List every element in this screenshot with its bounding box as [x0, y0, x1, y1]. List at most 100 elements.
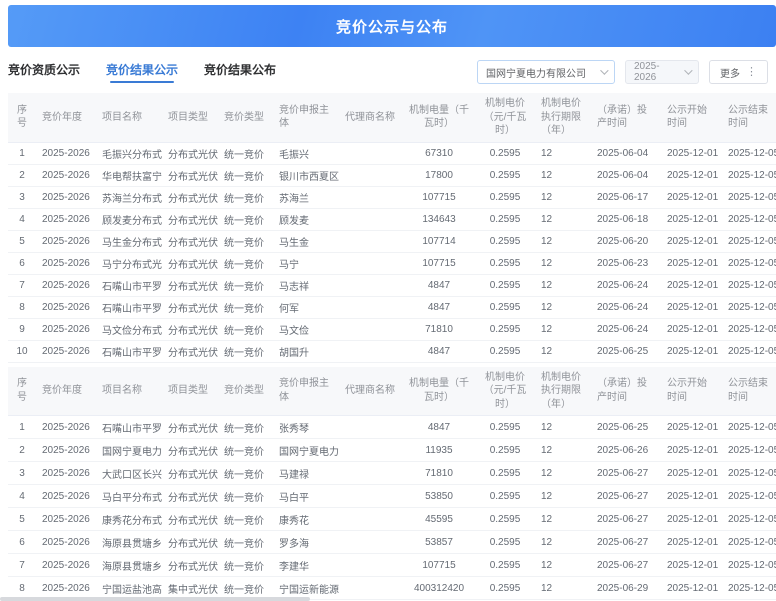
more-button[interactable]: 更多 ⋮: [709, 60, 768, 84]
table-cell: [339, 531, 403, 554]
table-row: 62025-2026马宁分布式光...分布式光伏统一竞价马宁1077150.25…: [8, 252, 776, 274]
tab-bidding-result-announcement[interactable]: 竞价结果公布: [204, 61, 276, 83]
table-cell: 2025-12-01: [661, 142, 722, 164]
table-cell: 2025-2026: [36, 142, 96, 164]
table-row: 42025-2026马白平分布式...分布式光伏统一竞价马白平538500.25…: [8, 485, 776, 508]
table-cell: [339, 340, 403, 362]
table-cell: 分布式光伏: [162, 439, 218, 462]
table-cell: 2025-12-05: [722, 485, 776, 508]
table-cell: 国网宁夏电力...: [96, 439, 162, 462]
table-cell: 统一竞价: [218, 462, 273, 485]
table-cell: 分布式光伏: [162, 296, 218, 318]
company-select[interactable]: 国网宁夏电力有限公司: [477, 60, 615, 84]
table-cell: 11935: [403, 439, 475, 462]
table-cell: 马文俭: [273, 318, 339, 340]
table-cell: 2: [8, 164, 36, 186]
table-cell: [339, 439, 403, 462]
chevron-down-icon: [684, 66, 692, 74]
table-cell: 9: [8, 318, 36, 340]
table-cell: 毛振兴: [273, 142, 339, 164]
table-cell: 分布式光伏: [162, 142, 218, 164]
table-row: 32025-2026苏海兰分布式...分布式光伏统一竞价苏海兰1077150.2…: [8, 186, 776, 208]
table-cell: 统一竞价: [218, 186, 273, 208]
table-row: 32025-2026大武口区长兴...分布式光伏统一竞价马建禄718100.25…: [8, 462, 776, 485]
table-cell: 107715: [403, 554, 475, 577]
table-cell: 苏海兰分布式...: [96, 186, 162, 208]
table-cell: 12: [535, 462, 591, 485]
table-cell: 2025-12-05: [722, 274, 776, 296]
bidding-result-table-2: 序号竞价年度项目名称项目类型竞价类型竞价申报主体代理商名称机制电量（千瓦时）机制…: [8, 367, 776, 601]
table-cell: 分布式光伏: [162, 340, 218, 362]
table-cell: 2025-12-05: [722, 142, 776, 164]
bidding-result-table-1: 序号竞价年度项目名称项目类型竞价类型竞价申报主体代理商名称机制电量（千瓦时）机制…: [8, 93, 776, 363]
table-cell: 2025-12-01: [661, 296, 722, 318]
table-cell: 1: [8, 416, 36, 439]
table-row: 52025-2026马生金分布式...分布式光伏统一竞价马生金1077140.2…: [8, 230, 776, 252]
column-header: 机制电量（千瓦时）: [403, 93, 475, 142]
table-cell: 分布式光伏: [162, 208, 218, 230]
column-header: 竞价年度: [36, 93, 96, 142]
table-cell: 2025-06-20: [591, 230, 661, 252]
table-cell: 分布式光伏: [162, 274, 218, 296]
column-header: 序号: [8, 367, 36, 416]
table-cell: 分布式光伏: [162, 508, 218, 531]
year-select[interactable]: 2025-2026: [625, 60, 699, 84]
table-cell: 统一竞价: [218, 416, 273, 439]
table-cell: 2025-12-01: [661, 274, 722, 296]
table-cell: 134643: [403, 208, 475, 230]
column-header: 机制电价执行期限（年）: [535, 367, 591, 416]
horizontal-scrollbar-thumb[interactable]: [0, 597, 310, 601]
table-cell: [339, 485, 403, 508]
table-cell: 6: [8, 252, 36, 274]
table-cell: 马文俭分布式...: [96, 318, 162, 340]
table-cell: 2025-12-01: [661, 531, 722, 554]
table-cell: 12: [535, 230, 591, 252]
table-row: 22025-2026华电帮扶富宁...分布式光伏统一竞价银川市西夏区...178…: [8, 164, 776, 186]
table-cell: [339, 164, 403, 186]
table-cell: 0.2595: [475, 462, 535, 485]
table-cell: 马白平分布式...: [96, 485, 162, 508]
table-cell: 统一竞价: [218, 508, 273, 531]
table-cell: 李建华: [273, 554, 339, 577]
table-cell: [339, 508, 403, 531]
table-cell: 华电帮扶富宁...: [96, 164, 162, 186]
table-cell: 2025-2026: [36, 164, 96, 186]
column-header: 竞价申报主体: [273, 93, 339, 142]
table-row: 12025-2026毛振兴分布式...分布式光伏统一竞价毛振兴673100.25…: [8, 142, 776, 164]
column-header: 项目名称: [96, 367, 162, 416]
table-cell: 12: [535, 296, 591, 318]
table-cell: 统一竞价: [218, 274, 273, 296]
table-cell: 分布式光伏: [162, 186, 218, 208]
horizontal-scrollbar[interactable]: [0, 597, 776, 601]
table-cell: 2025-12-05: [722, 164, 776, 186]
table-cell: 0.2595: [475, 296, 535, 318]
table-cell: 顾发麦: [273, 208, 339, 230]
column-header: 公示结束时间: [722, 93, 776, 142]
table-cell: 12: [535, 186, 591, 208]
table-cell: 分布式光伏: [162, 554, 218, 577]
table-cell: 2025-12-05: [722, 554, 776, 577]
table-cell: 2: [8, 439, 36, 462]
table-cell: 2025-2026: [36, 554, 96, 577]
table-cell: 2025-2026: [36, 531, 96, 554]
tab-bidding-result-publicity[interactable]: 竞价结果公示: [106, 61, 178, 83]
table-cell: 2025-12-01: [661, 554, 722, 577]
column-header: 公示结束时间: [722, 367, 776, 416]
column-header: 机制电价执行期限（年）: [535, 93, 591, 142]
table-cell: 12: [535, 531, 591, 554]
table-cell: 2025-12-05: [722, 340, 776, 362]
header-row: 序号竞价年度项目名称项目类型竞价类型竞价申报主体代理商名称机制电量（千瓦时）机制…: [8, 93, 776, 142]
table-cell: 2025-06-27: [591, 462, 661, 485]
table-cell: 马生金: [273, 230, 339, 252]
table-cell: 胡国升: [273, 340, 339, 362]
table-cell: 2025-06-26: [591, 439, 661, 462]
table-cell: [339, 274, 403, 296]
table-cell: 2025-12-01: [661, 318, 722, 340]
table-cell: 2025-06-17: [591, 186, 661, 208]
table-cell: 银川市西夏区...: [273, 164, 339, 186]
tab-bidding-qualification-publicity[interactable]: 竞价资质公示: [8, 61, 80, 83]
table-cell: 分布式光伏: [162, 531, 218, 554]
column-header: 竞价年度: [36, 367, 96, 416]
table-cell: 2025-2026: [36, 416, 96, 439]
table-cell: 统一竞价: [218, 318, 273, 340]
